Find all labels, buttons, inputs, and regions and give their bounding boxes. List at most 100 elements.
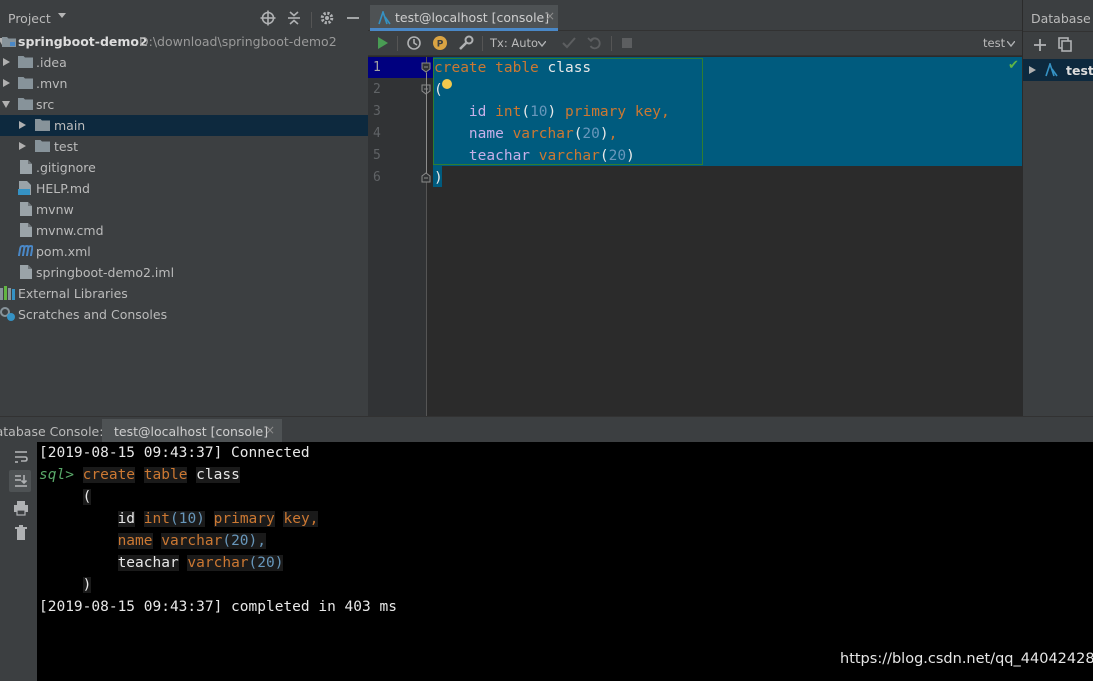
folder-icon — [35, 119, 50, 131]
code-paren: ) — [626, 148, 635, 164]
tree-item-mvnw-cmd[interactable]: mvnw.cmd — [0, 220, 368, 241]
output-line: id int(10) primary key, — [39, 508, 319, 530]
tree-item-pom-xml[interactable]: pom.xml — [0, 241, 368, 262]
code-type: int — [495, 104, 522, 120]
tree-item-gitignore[interactable]: .gitignore — [0, 157, 368, 178]
sql-prompt: sql> — [39, 467, 74, 483]
trash-icon[interactable] — [12, 524, 30, 542]
commit-check-icon[interactable] — [561, 35, 577, 51]
code-column: teachar — [468, 148, 531, 164]
database-title[interactable]: Database — [1031, 11, 1091, 26]
database-header-divider — [1023, 31, 1093, 32]
schema-dropdown[interactable]: test — [983, 36, 1005, 50]
output-line: ) — [39, 574, 92, 596]
code-paren: ( — [599, 148, 609, 164]
header-separator — [311, 12, 312, 28]
toolbar-separator — [397, 36, 398, 51]
play-icon[interactable] — [374, 35, 390, 51]
minimize-icon[interactable] — [345, 10, 361, 26]
tree-item-main[interactable]: main — [0, 115, 368, 136]
tree-item-scratches[interactable]: Scratches and Consoles — [0, 304, 368, 325]
line-number: 2 — [373, 82, 381, 97]
chevron-down-icon[interactable] — [538, 41, 546, 47]
line-number: 1 — [373, 60, 381, 75]
stop-icon[interactable] — [619, 35, 635, 51]
code-column: name — [117, 533, 153, 549]
svg-text:P: P — [437, 40, 444, 50]
chevron-right-icon[interactable] — [3, 58, 10, 66]
tree-item-idea[interactable]: .idea — [0, 52, 368, 73]
chevron-right-icon[interactable] — [19, 142, 26, 150]
transaction-mode-dropdown[interactable]: Tx: Auto — [490, 36, 538, 50]
chevron-down-icon[interactable] — [2, 101, 10, 108]
code-line-5[interactable]: teachar varchar(20) — [434, 145, 635, 167]
tab-console-output[interactable]: test@localhost [console] × — [102, 419, 282, 443]
tree-item-help-md[interactable]: HELP.md — [0, 178, 368, 199]
code-number: (10) — [169, 511, 205, 527]
code-identifier: class — [196, 467, 240, 483]
clock-icon[interactable] — [406, 35, 422, 51]
lightbulb-icon[interactable] — [442, 79, 452, 89]
code-column: id — [468, 104, 487, 120]
add-icon[interactable] — [1033, 38, 1047, 52]
chevron-right-icon[interactable] — [1029, 66, 1036, 74]
console-output[interactable]: [2019-08-15 09:43:37] Connected sql> cre… — [37, 442, 1093, 681]
code-line-6[interactable]: ) — [434, 167, 443, 189]
code-type: varchar — [538, 148, 600, 164]
db-tree-label: test@ — [1066, 63, 1093, 78]
code-paren: ( — [521, 104, 531, 120]
tree-item-test[interactable]: test — [0, 136, 368, 157]
scroll-to-end-icon[interactable] — [12, 472, 30, 490]
tree-item-project-root[interactable]: springboot-demo2 D:\download\springboot-… — [0, 31, 368, 52]
tree-item-iml[interactable]: springboot-demo2.iml — [0, 262, 368, 283]
chevron-down-icon[interactable] — [58, 13, 66, 18]
code-line-4[interactable]: name varchar(20), — [434, 123, 617, 145]
watermark: https://blog.csdn.net/qq_44042428 — [840, 651, 1093, 667]
code-keyword: key, — [283, 511, 319, 527]
code-keyword: create — [434, 60, 487, 76]
console-sql-icon — [378, 11, 391, 25]
fold-guide — [426, 73, 427, 173]
code-line-3[interactable]: id int(10) primary key, — [434, 101, 670, 123]
code-type: varchar — [187, 555, 249, 571]
chevron-right-icon[interactable] — [3, 79, 10, 87]
tree-item-mvn[interactable]: .mvn — [0, 73, 368, 94]
tree-label: main — [54, 118, 86, 133]
code-line-1[interactable]: create table class — [434, 57, 591, 79]
fold-close-icon[interactable] — [421, 172, 431, 183]
editor-tabbar: test@localhost [console] × — [368, 0, 1022, 31]
library-icon — [0, 286, 15, 300]
close-icon[interactable]: × — [265, 423, 275, 437]
code-line-2[interactable]: ( — [434, 79, 443, 101]
gear-icon[interactable] — [319, 10, 335, 26]
copy-icon[interactable] — [1058, 37, 1072, 52]
rollback-icon[interactable] — [587, 35, 603, 51]
console-toolbar — [0, 442, 37, 681]
chevron-right-icon[interactable] — [19, 121, 26, 129]
code-keyword: table — [143, 467, 188, 483]
file-icon — [20, 160, 32, 174]
code-comma: , — [608, 126, 618, 142]
output-text: [2019-08-15 09:43:37] Connected — [39, 445, 310, 461]
soft-wrap-icon[interactable] — [12, 448, 30, 466]
explain-plan-icon[interactable]: P — [432, 35, 448, 51]
code-paren: ) — [82, 577, 92, 593]
chevron-down-icon[interactable] — [1007, 41, 1015, 47]
db-tree-item-test[interactable]: test@ — [1023, 59, 1093, 81]
code-number: (20) — [248, 555, 284, 571]
locate-icon[interactable] — [260, 10, 276, 26]
console-title: Database Console: — [0, 424, 104, 439]
project-title[interactable]: Project — [8, 11, 51, 26]
output-line: sql> create table class — [39, 464, 240, 486]
fold-open-icon[interactable] — [421, 62, 431, 73]
wrench-icon[interactable] — [458, 35, 474, 51]
tree-label: Scratches and Consoles — [18, 307, 168, 322]
tree-item-mvnw[interactable]: mvnw — [0, 199, 368, 220]
tab-console[interactable]: test@localhost [console] × — [370, 5, 558, 31]
tree-item-src[interactable]: src — [0, 94, 368, 115]
mysql-datasource-icon — [1045, 63, 1058, 77]
tree-item-external-libraries[interactable]: External Libraries — [0, 283, 368, 304]
close-icon[interactable]: × — [545, 9, 555, 23]
collapse-all-icon[interactable] — [286, 10, 302, 26]
print-icon[interactable] — [12, 499, 30, 517]
